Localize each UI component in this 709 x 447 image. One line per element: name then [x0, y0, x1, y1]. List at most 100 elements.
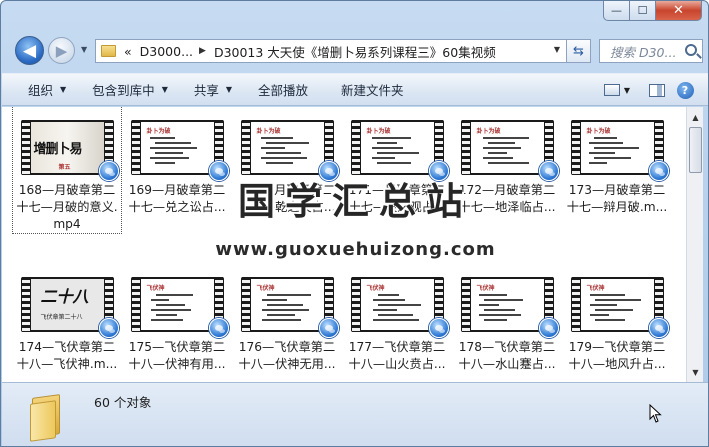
- video-thumbnail: 卦卜为破: [240, 120, 339, 181]
- file-item[interactable]: 二十八 飞伏章第二十八 174—飞伏章第二十八—飞伏神.m...: [13, 264, 121, 382]
- file-name: 177—飞伏章第二十八—山火贲占...: [348, 340, 446, 371]
- file-name: 174—飞伏章第二十八—飞伏神.m...: [16, 340, 118, 371]
- media-player-icon: [538, 161, 559, 181]
- preview-pane-icon: [649, 83, 665, 97]
- media-player-icon: [428, 318, 449, 338]
- media-player-icon: [98, 318, 119, 338]
- new-folder-button[interactable]: 新建文件夹: [341, 73, 404, 106]
- organize-label: 组织: [28, 83, 54, 98]
- file-name: 176—飞伏章第二十八—伏神无用...: [238, 340, 336, 371]
- close-button[interactable]: ✕: [656, 1, 702, 21]
- file-list: 增删卜易 第五 168—月破章第二十七—月破的意义.mp4 卦卜为破 169—月破章第二…: [2, 107, 686, 382]
- change-view-button[interactable]: ▼: [602, 80, 632, 100]
- thumbnail-heading: 卦卜为破: [586, 128, 611, 135]
- address-bar[interactable]: « D3000... ▶ D30013 大天使《增删卜易系列课程三》60集视频 …: [95, 39, 567, 63]
- breadcrumb-parent[interactable]: D3000...: [140, 44, 193, 59]
- file-item[interactable]: 飞伏神 178—飞伏章第二十八—水山蹇占...: [453, 264, 561, 382]
- maximize-button[interactable]: ☐: [630, 1, 656, 21]
- explorer-window: — ☐ ✕ ◀ ▶ ▼ « D3000... ▶ D30013 大天使《增删卜易…: [0, 0, 709, 447]
- refresh-icon: ⇆: [573, 43, 584, 59]
- video-thumbnail: 卦卜为破: [460, 120, 559, 181]
- help-button[interactable]: ?: [674, 80, 696, 100]
- include-in-library-label: 包含到库中: [92, 83, 155, 98]
- scroll-up-icon[interactable]: ▲: [688, 109, 703, 125]
- back-button[interactable]: ◀: [15, 36, 44, 65]
- thumbnail-heading: 飞伏神: [146, 285, 165, 292]
- search-input[interactable]: 搜索 D30...: [599, 39, 703, 63]
- thumbnail-title: 增删卜易: [33, 142, 83, 157]
- breadcrumb-current[interactable]: D30013 大天使《增删卜易系列课程三》60集视频: [214, 42, 496, 61]
- video-thumbnail: 飞伏神: [130, 277, 229, 338]
- video-thumbnail: 飞伏神: [570, 277, 669, 338]
- file-item[interactable]: 飞伏神 177—飞伏章第二十八—山火贲占...: [343, 264, 451, 382]
- file-name: 170—月破章第二十七—乾之夬占...: [238, 183, 336, 214]
- media-player-icon: [538, 318, 559, 338]
- thumbnail-heading: 飞伏神: [586, 285, 605, 292]
- organize-button[interactable]: 组织 ▼: [28, 73, 66, 106]
- thumbnail-heading: 卦卜为破: [366, 128, 391, 135]
- video-thumbnail: 飞伏神: [240, 277, 339, 338]
- file-item[interactable]: 卦卜为破 173—月破章第二十七—辩月破.m...: [563, 107, 671, 233]
- file-name: 171—月破章第二十七—艮之观占...: [348, 183, 446, 214]
- video-thumbnail: 增删卜易第五: [20, 120, 119, 181]
- media-player-icon: [208, 161, 229, 181]
- recent-pages-dropdown[interactable]: ▼: [81, 45, 87, 54]
- chevron-down-icon: ▼: [161, 85, 168, 94]
- video-thumbnail: 卦卜为破: [130, 120, 229, 181]
- media-player-icon: [428, 161, 449, 181]
- address-dropdown[interactable]: ▼: [554, 45, 560, 54]
- folder-icon: [101, 45, 116, 57]
- play-all-button[interactable]: 全部播放: [258, 73, 308, 106]
- chevron-down-icon: ▼: [623, 85, 631, 95]
- file-name: 178—飞伏章第二十八—水山蹇占...: [458, 340, 556, 371]
- help-icon: ?: [676, 81, 694, 99]
- video-thumbnail: 飞伏神: [350, 277, 449, 338]
- file-name: 175—飞伏章第二十八—伏神有用...: [128, 340, 226, 371]
- file-item[interactable]: 卦卜为破 169—月破章第二十七—兑之讼占...: [123, 107, 231, 233]
- thumbnail-heading: 飞伏神: [256, 285, 275, 292]
- arrow-right-icon: ▶: [55, 41, 68, 60]
- video-thumbnail: 二十八 飞伏章第二十八: [20, 277, 119, 338]
- file-item[interactable]: 增删卜易 第五 168—月破章第二十七—月破的意义.mp4: [12, 107, 122, 234]
- scroll-thumb[interactable]: [689, 127, 702, 173]
- file-name: 173—月破章第二十七—辩月破.m...: [566, 183, 668, 214]
- thumbnail-subtitle: 飞伏章第二十八: [40, 314, 83, 321]
- preview-pane-button[interactable]: [646, 80, 668, 100]
- media-player-icon: [648, 318, 669, 338]
- thumbnail-heading: 飞伏神: [476, 285, 495, 292]
- file-item[interactable]: 飞伏神 175—飞伏章第二十八—伏神有用...: [123, 264, 231, 382]
- video-thumbnail: 卦卜为破: [350, 120, 449, 181]
- breadcrumb-prefix[interactable]: «: [124, 44, 132, 59]
- breadcrumb-separator[interactable]: ▶: [199, 46, 206, 56]
- media-player-icon: [648, 161, 669, 181]
- forward-button[interactable]: ▶: [48, 37, 75, 64]
- file-name: 179—飞伏章第二十八—地风升占...: [568, 340, 666, 371]
- search-placeholder: 搜索 D30...: [610, 44, 677, 60]
- file-name: 169—月破章第二十七—兑之讼占...: [128, 183, 226, 214]
- file-item[interactable]: 卦卜为破 172—月破章第二十七—地泽临占...: [453, 107, 561, 233]
- file-name: 172—月破章第二十七—地泽临占...: [458, 183, 556, 214]
- caption-buttons: — ☐ ✕: [603, 1, 702, 22]
- share-label: 共享: [193, 83, 219, 98]
- thumbnail-heading: 飞伏神: [366, 285, 385, 292]
- file-item[interactable]: 卦卜为破 171—月破章第二十七—艮之观占...: [343, 107, 451, 233]
- scroll-down-icon[interactable]: ▼: [688, 364, 703, 380]
- file-item[interactable]: 飞伏神 176—飞伏章第二十八—伏神无用...: [233, 264, 341, 382]
- include-in-library-button[interactable]: 包含到库中 ▼: [92, 73, 168, 106]
- media-player-icon: [98, 161, 119, 181]
- file-item[interactable]: 卦卜为破 170—月破章第二十七—乾之夬占...: [233, 107, 341, 233]
- chevron-down-icon: ▼: [60, 85, 67, 94]
- minimize-button[interactable]: —: [603, 1, 630, 21]
- refresh-button[interactable]: ⇆: [567, 39, 591, 63]
- search-icon: [685, 44, 697, 56]
- vertical-scrollbar[interactable]: ▲ ▼: [686, 107, 703, 382]
- folder-icon: [30, 392, 66, 442]
- navigation-bar: ◀ ▶ ▼ « D3000... ▶ D30013 大天使《增删卜易系列课程三》…: [1, 34, 708, 68]
- media-player-icon: [318, 318, 339, 338]
- chevron-down-icon: ▼: [225, 85, 233, 94]
- share-button[interactable]: 共享 ▼: [194, 73, 232, 106]
- file-item[interactable]: 飞伏神 179—飞伏章第二十八—地风升占...: [563, 264, 671, 382]
- thumbnail-subtitle: 第五: [58, 164, 71, 171]
- item-count: 60 个对象: [94, 395, 152, 410]
- video-thumbnail: 卦卜为破: [570, 120, 669, 181]
